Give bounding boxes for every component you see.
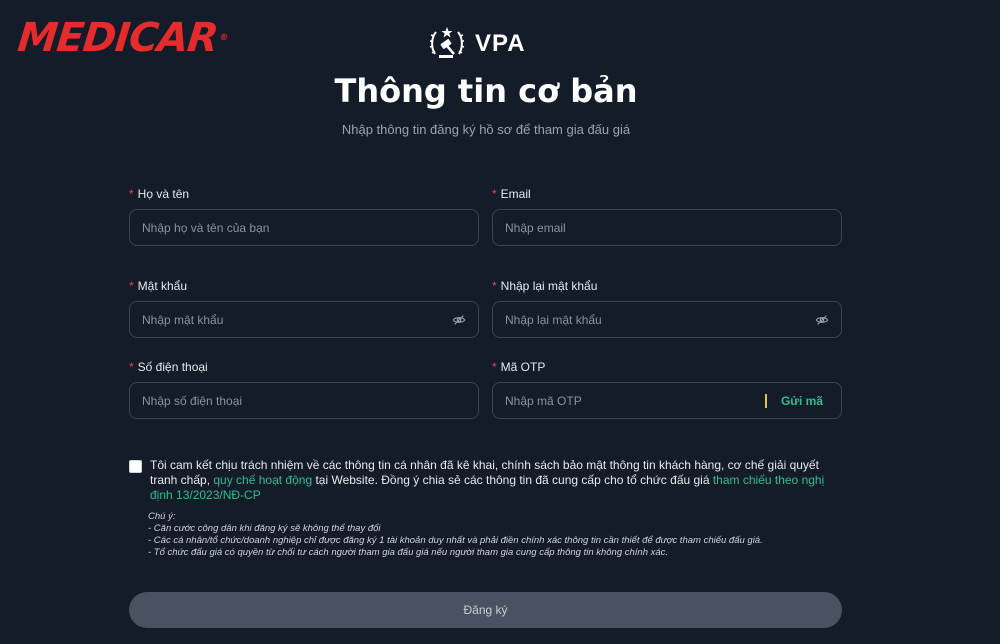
operating-rules-link[interactable]: quy chế hoạt động [213,473,312,487]
full-name-label-text: Họ và tên [137,187,190,201]
required-mark: * [492,360,497,374]
vpa-name: VPA [475,30,526,57]
confirm-password-label-text: Nhập lại mật khẩu [500,279,598,293]
phone-input[interactable] [142,393,466,408]
required-mark: * [129,279,134,293]
email-field[interactable] [492,209,842,246]
medicar-logo-text: MEDICAR [15,15,220,61]
otp-label-text: Mã OTP [500,360,546,374]
password-label: * Mật khẩu [129,279,187,293]
password-label-text: Mật khẩu [137,279,188,293]
confirm-password-input[interactable] [505,312,815,327]
page-title: Thông tin cơ bản [334,72,638,110]
notes-section: Chú ý: - Căn cước công dân khi đăng ký s… [148,511,838,559]
phone-label-text: Số điện thoại [137,360,208,374]
otp-input[interactable] [505,393,765,408]
full-name-field[interactable] [129,209,479,246]
full-name-input[interactable] [142,220,466,235]
vpa-logo: VPA [427,24,526,64]
note-item: - Căn cước công dân khi đăng ký sẽ không… [148,523,381,534]
password-field[interactable] [129,301,479,338]
phone-label: * Số điện thoại [129,360,208,374]
otp-label: * Mã OTP [492,360,545,374]
eye-slash-icon[interactable] [815,313,829,327]
required-mark: * [492,187,497,201]
note-item: - Tổ chức đấu giá có quyền từ chối tư cá… [148,547,669,558]
required-mark: * [492,279,497,293]
email-input[interactable] [505,220,829,235]
phone-field[interactable] [129,382,479,419]
eye-slash-icon[interactable] [452,313,466,327]
registered-mark: ® [218,33,228,43]
required-mark: * [129,360,134,374]
consent-checkbox[interactable] [129,460,142,473]
confirm-password-field[interactable] [492,301,842,338]
consent-text: Tôi cam kết chịu trách nhiệm về các thôn… [150,458,829,503]
notes-title: Chú ý: [148,511,176,522]
email-label-text: Email [500,187,531,201]
otp-field[interactable]: Gửi mã [492,382,842,419]
confirm-password-label: * Nhập lại mật khẩu [492,279,597,293]
otp-divider [764,393,767,408]
note-item: - Các cá nhân/tổ chức/doanh nghiệp chỉ đ… [148,535,763,546]
register-button[interactable]: Đăng ký [129,592,842,628]
required-mark: * [129,187,134,201]
email-label: * Email [492,187,531,201]
consent-text-part2: tại Website. Đồng ý chia sẻ các thông ti… [312,473,713,487]
password-input[interactable] [142,312,452,327]
full-name-label: * Họ và tên [129,187,189,201]
gavel-emblem-icon [429,27,465,58]
send-otp-button[interactable]: Gửi mã [781,394,823,408]
consent-section: Tôi cam kết chịu trách nhiệm về các thôn… [129,458,829,503]
medicar-logo: MEDICAR® [15,15,230,61]
page-subtitle: Nhập thông tin đăng ký hồ sơ để tham gia… [341,122,631,137]
